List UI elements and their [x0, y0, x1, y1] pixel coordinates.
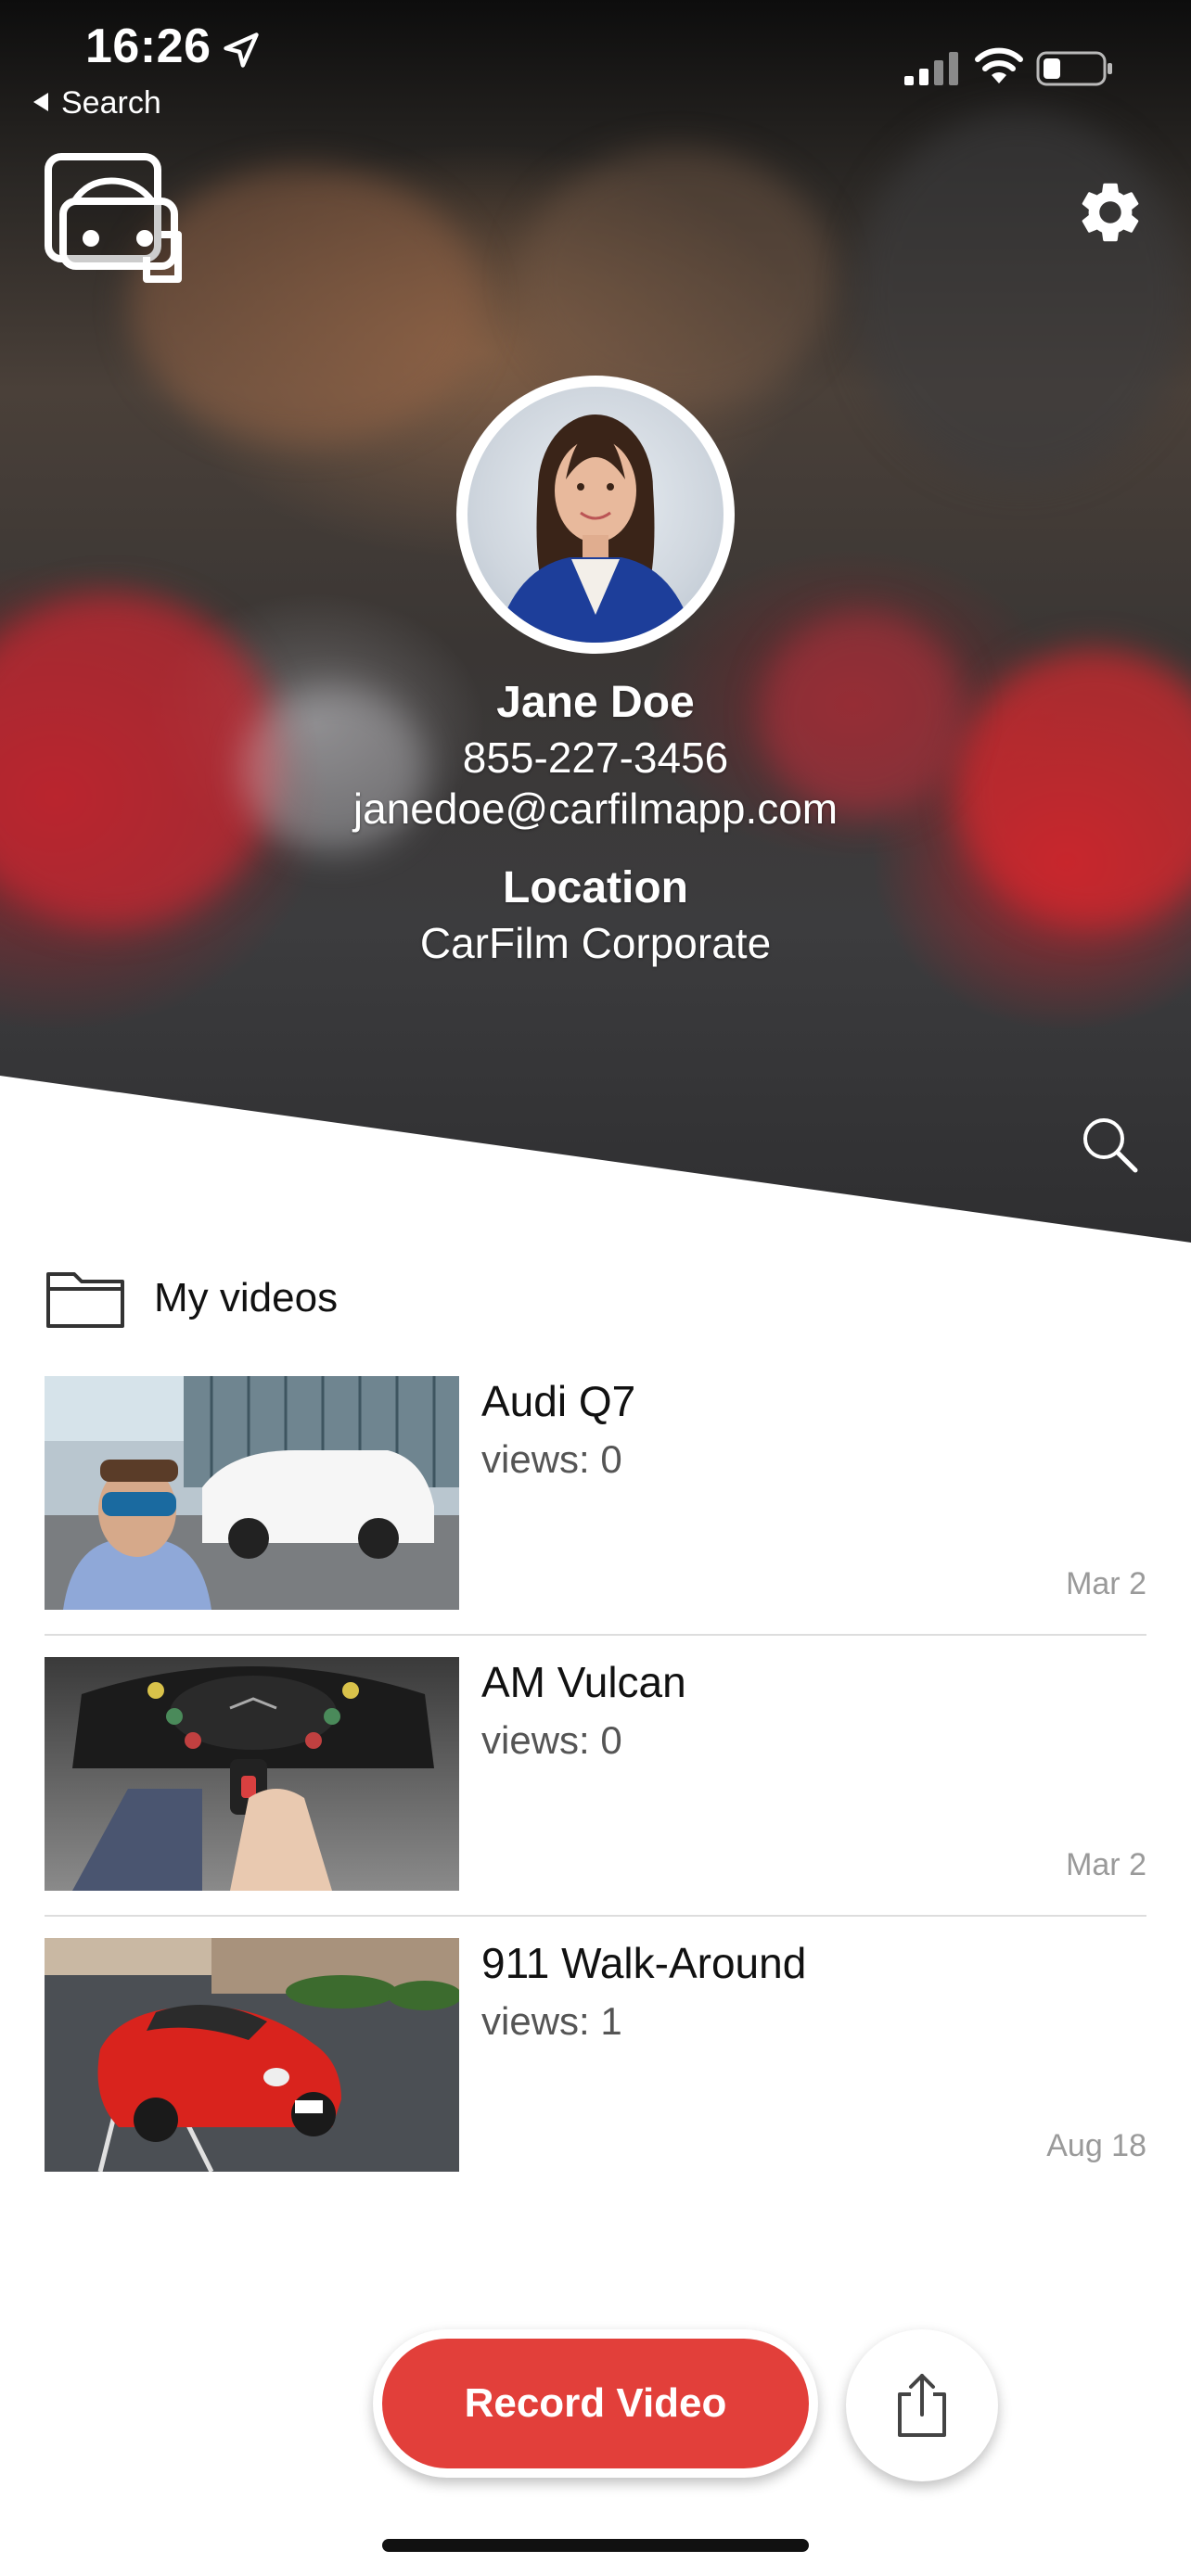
divider: [45, 1634, 1146, 1636]
profile-name: Jane Doe: [496, 678, 695, 727]
share-button[interactable]: [846, 2329, 998, 2481]
video-date: Mar 2: [1066, 1847, 1146, 1882]
status-bar: 16:26 Search: [0, 0, 1191, 139]
video-list-item[interactable]: 911 Walk-Around views: 1 Aug 18: [45, 1938, 1146, 2172]
my-videos-label: My videos: [154, 1275, 339, 1320]
back-arrow-icon: [33, 93, 48, 111]
home-indicator: [382, 2539, 809, 2552]
video-thumbnail[interactable]: [45, 1657, 459, 1891]
video-views: views: 0: [481, 1437, 622, 1481]
record-video-label: Record Video: [382, 2339, 809, 2468]
battery-icon: [1036, 51, 1112, 86]
search-icon[interactable]: [1076, 1111, 1143, 1178]
video-title: Audi Q7: [481, 1377, 636, 1425]
cellular-signal-icon: [904, 52, 958, 85]
status-time: 16:26: [85, 19, 211, 73]
app-logo-icon[interactable]: [45, 153, 184, 292]
back-label: Search: [61, 85, 161, 121]
video-title: AM Vulcan: [481, 1658, 686, 1706]
video-title: 911 Walk-Around: [481, 1939, 807, 1987]
video-list-item[interactable]: Audi Q7 views: 0 Mar 2: [45, 1376, 1146, 1610]
location-arrow-icon: [224, 32, 259, 68]
wifi-icon: [975, 47, 1023, 83]
avatar-photo: [495, 414, 696, 643]
video-views: views: 1: [481, 1999, 622, 2043]
gear-icon[interactable]: [1074, 176, 1146, 249]
profile-avatar[interactable]: [456, 376, 735, 654]
divider: [45, 1915, 1146, 1917]
location-label: Location: [503, 863, 688, 912]
video-thumbnail[interactable]: [45, 1376, 459, 1610]
video-date: Aug 18: [1046, 2128, 1146, 2163]
location-value: CarFilm Corporate: [419, 919, 772, 967]
profile-email[interactable]: janedoe@carfilmapp.com: [0, 784, 1191, 834]
my-videos-header[interactable]: My videos: [45, 1266, 338, 1331]
back-to-search-link[interactable]: Search: [33, 85, 161, 121]
video-date: Mar 2: [1066, 1566, 1146, 1601]
profile-phone[interactable]: 855-227-3456: [0, 733, 1191, 783]
record-video-button[interactable]: Record Video: [373, 2329, 818, 2478]
video-thumbnail[interactable]: [45, 1938, 459, 2172]
video-list-item[interactable]: AM Vulcan views: 0 Mar 2: [45, 1657, 1146, 1891]
folder-icon: [46, 1272, 124, 1328]
share-icon: [898, 2374, 946, 2437]
video-views: views: 0: [481, 1718, 622, 1762]
